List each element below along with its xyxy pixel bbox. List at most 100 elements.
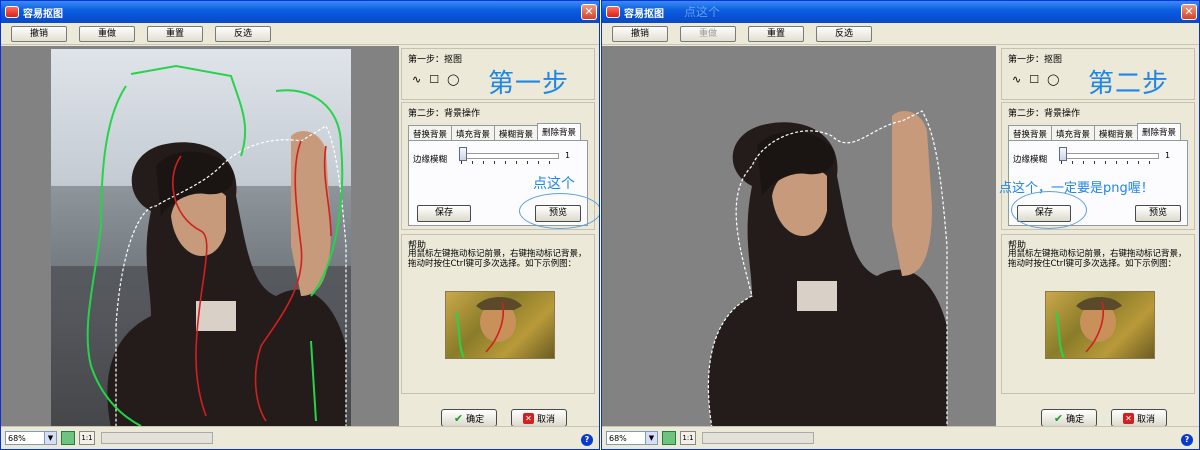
title-annotation: 点这个: [684, 5, 721, 19]
edge-blur-label: 边缘模糊: [1013, 155, 1048, 165]
help-text: 用鼠标左键拖动标记前景，右键拖动标记背景，拖动时按住Ctrl键可多次选择。如下示…: [1008, 249, 1187, 269]
status-bar: 68% ▼ 1:1 ?: [1, 426, 599, 449]
dropdown-arrow-icon[interactable]: ▼: [645, 432, 657, 444]
fit-window-icon[interactable]: [61, 431, 75, 445]
edge-blur-slider-thumb[interactable]: [1059, 147, 1067, 161]
reset-button[interactable]: 重置: [748, 25, 804, 42]
freehand-icon[interactable]: ∿: [412, 73, 421, 86]
freehand-icon[interactable]: ∿: [1012, 73, 1021, 86]
zoom-value: 68%: [8, 433, 26, 443]
preview-button[interactable]: 预览: [1135, 205, 1181, 222]
edge-blur-slider[interactable]: [461, 153, 559, 159]
example-image: [1045, 291, 1155, 359]
background-tabs: 替换背景 填充背景 模糊背景 删除背景: [1008, 123, 1182, 140]
zoom-value: 68%: [609, 433, 627, 443]
app-icon: [606, 6, 620, 18]
select-tools: ∿ ☐ ◯: [1012, 73, 1059, 86]
fit-window-icon[interactable]: [662, 431, 676, 445]
slider-ticks: [461, 161, 559, 164]
edge-blur-label: 边缘模糊: [413, 155, 448, 165]
ok-button[interactable]: ✔ 确定: [441, 409, 497, 427]
invert-selection-button[interactable]: 反选: [215, 25, 271, 42]
undo-button[interactable]: 撤销: [11, 25, 67, 42]
undo-button[interactable]: 撤销: [612, 25, 668, 42]
tab-blur-background[interactable]: 模糊背景: [1094, 125, 1139, 140]
tab-blur-background[interactable]: 模糊背景: [494, 125, 539, 140]
control-panel: 第一步：抠图 ∿ ☐ ◯ 第一步 第二步：背景操作 替换背景 填充背景 模糊背景…: [401, 46, 599, 427]
step-annotation: 第一步: [488, 69, 570, 99]
check-icon: ✔: [1053, 411, 1064, 425]
tab-replace-background[interactable]: 替换背景: [408, 125, 453, 140]
cancel-x-icon: ✕: [1122, 412, 1134, 424]
progress-bar: [702, 432, 814, 444]
invert-selection-button[interactable]: 反选: [816, 25, 872, 42]
dropdown-arrow-icon[interactable]: ▼: [44, 432, 56, 444]
ellipse-icon[interactable]: ◯: [447, 73, 459, 86]
window-title: 容易抠图: [23, 8, 63, 20]
example-image: [445, 291, 555, 359]
tab-delete-background[interactable]: 删除背景: [1137, 123, 1182, 140]
background-tabs: 替换背景 填充背景 模糊背景 删除背景: [408, 123, 582, 140]
edge-blur-value: 1: [1165, 151, 1171, 160]
image-canvas[interactable]: [602, 46, 996, 428]
edge-blur-slider-thumb[interactable]: [459, 147, 467, 161]
edge-blur-slider[interactable]: [1061, 153, 1159, 159]
image-canvas[interactable]: [1, 46, 399, 428]
check-icon: ✔: [453, 411, 464, 425]
tab-fill-background[interactable]: 填充背景: [451, 125, 496, 140]
help-text: 用鼠标左键拖动标记前景，右键拖动标记背景，拖动时按住Ctrl键可多次选择。如下示…: [408, 249, 587, 269]
step2-label: 第二步：背景操作: [1008, 109, 1081, 119]
photo-with-strokes[interactable]: [1, 46, 399, 428]
click-here-annotation: 点这个: [533, 176, 575, 192]
step-annotation: 第二步: [1088, 69, 1170, 99]
title-bar: 容易抠图 点这个 ✕: [602, 1, 1199, 23]
window-title: 容易抠图: [624, 8, 664, 20]
tab-fill-background[interactable]: 填充背景: [1051, 125, 1096, 140]
save-png-annotation: 点这个，一定要是png喔！: [999, 181, 1154, 196]
ok-label: 确定: [466, 414, 485, 425]
toolbar: 撤销 重做 重置 反选: [602, 23, 1199, 45]
redo-button[interactable]: 重做: [680, 25, 736, 42]
cancel-button[interactable]: ✕ 取消: [511, 409, 567, 427]
title-bar: 容易抠图 ✕: [1, 1, 599, 23]
help-icon[interactable]: ?: [1181, 434, 1193, 446]
progress-bar: [101, 432, 213, 444]
app-icon: [5, 6, 19, 18]
cutout-photo[interactable]: [602, 46, 996, 428]
edge-blur-value: 1: [565, 151, 571, 160]
step1-group: 第一步：抠图 ∿ ☐ ◯ 第一步: [401, 48, 595, 100]
control-panel: 第一步：抠图 ∿ ☐ ◯ 第二步 第二步：背景操作 替换背景 填充背景 模糊背景…: [999, 46, 1195, 427]
help-group: 帮助 用鼠标左键拖动标记前景，右键拖动标记背景，拖动时按住Ctrl键可多次选择。…: [401, 234, 595, 394]
highlight-oval: [519, 193, 599, 229]
close-button[interactable]: ✕: [581, 4, 597, 20]
actual-size-button[interactable]: 1:1: [680, 431, 696, 445]
zoom-select[interactable]: 68% ▼: [606, 431, 658, 445]
help-icon[interactable]: ?: [581, 434, 593, 446]
close-button[interactable]: ✕: [1181, 4, 1197, 20]
zoom-select[interactable]: 68% ▼: [5, 431, 57, 445]
rectangle-icon[interactable]: ☐: [1029, 73, 1039, 86]
redo-button[interactable]: 重做: [79, 25, 135, 42]
step2-label: 第二步：背景操作: [408, 109, 481, 119]
actual-size-button[interactable]: 1:1: [79, 431, 95, 445]
cancel-x-icon: ✕: [522, 412, 534, 424]
rectangle-icon[interactable]: ☐: [429, 73, 439, 86]
highlight-oval: [1011, 191, 1087, 229]
step2-group: 第二步：背景操作 替换背景 填充背景 模糊背景 删除背景 边缘模糊 1 保存 预…: [1001, 102, 1195, 230]
tab-delete-background[interactable]: 删除背景: [537, 123, 582, 140]
ok-button[interactable]: ✔ 确定: [1041, 409, 1097, 427]
ok-label: 确定: [1066, 414, 1085, 425]
step1-label: 第一步：抠图: [408, 55, 463, 65]
help-group: 帮助 用鼠标左键拖动标记前景，右键拖动标记背景，拖动时按住Ctrl键可多次选择。…: [1001, 234, 1195, 394]
cutout-window-1: 容易抠图 ✕ 撤销 重做 重置 反选 第一步：抠图 ∿ ☐ ◯ 第一步 第二步：…: [0, 0, 600, 450]
step1-label: 第一步：抠图: [1008, 55, 1063, 65]
select-tools: ∿ ☐ ◯: [412, 73, 459, 86]
delete-background-pane: 边缘模糊 1 点这个 保存 预览: [408, 140, 599, 229]
step1-group: 第一步：抠图 ∿ ☐ ◯ 第二步: [1001, 48, 1195, 100]
cancel-button[interactable]: ✕ 取消: [1111, 409, 1167, 427]
reset-button[interactable]: 重置: [147, 25, 203, 42]
tab-replace-background[interactable]: 替换背景: [1008, 125, 1053, 140]
ellipse-icon[interactable]: ◯: [1047, 73, 1059, 86]
save-button[interactable]: 保存: [417, 205, 471, 222]
toolbar: 撤销 重做 重置 反选: [1, 23, 599, 45]
